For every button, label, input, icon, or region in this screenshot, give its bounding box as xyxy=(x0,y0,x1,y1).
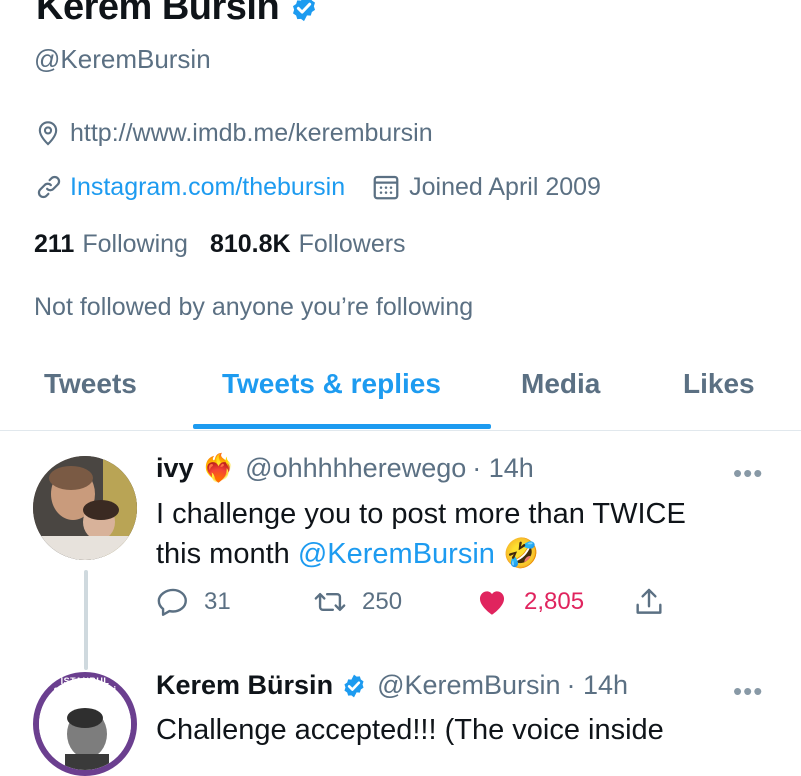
tweet-emoji: 🤣 xyxy=(502,538,540,570)
active-tab-indicator xyxy=(193,424,491,429)
tweet-text: Challenge accepted!!! (The voice inside xyxy=(156,710,756,750)
tweet-author-name[interactable]: ivy xyxy=(156,453,194,484)
tab-media[interactable]: Media xyxy=(521,368,600,400)
tab-likes[interactable]: Likes xyxy=(683,368,755,400)
retweet-count: 250 xyxy=(362,588,403,615)
tweet-author-name[interactable]: Kerem Bürsin xyxy=(156,670,333,701)
share-icon xyxy=(636,588,662,614)
following-label: Following xyxy=(82,230,188,258)
tweet-text-line: I challenge you to post more than TWICE xyxy=(156,498,686,530)
tweet-timestamp[interactable]: · 14h xyxy=(567,670,629,701)
followers-label: Followers xyxy=(298,230,406,258)
website-joined-row: Instagram.com/thebursin Joined April 200… xyxy=(34,172,601,202)
avatar-ring-text: İSTANBUL SÖZLEŞMESİ YAŞATIR xyxy=(53,676,117,706)
reply-icon xyxy=(157,588,187,616)
following-link[interactable]: 211 Following xyxy=(34,230,188,259)
link-icon xyxy=(37,175,61,199)
tab-tweets-and-replies[interactable]: Tweets & replies xyxy=(222,368,441,400)
avatar[interactable] xyxy=(33,456,137,560)
mutual-followers-note: Not followed by anyone you’re following xyxy=(34,293,474,321)
following-count: 211 xyxy=(34,230,75,258)
location-row: http://www.imdb.me/kerembursin xyxy=(34,118,433,148)
tweet-text-prefix: this month xyxy=(156,538,298,570)
profile-display-name: Kerem Bürsin xyxy=(36,0,280,28)
like-button[interactable]: 2,805 xyxy=(474,585,584,619)
mention-link[interactable]: @KeremBursin xyxy=(298,538,495,570)
tweet-timestamp[interactable]: · 14h xyxy=(472,453,534,484)
profile-location: http://www.imdb.me/kerembursin xyxy=(70,118,433,147)
followers-link[interactable]: 810.8K Followers xyxy=(210,230,406,259)
tweet-header: Kerem Bürsin @KeremBursin · 14h xyxy=(156,670,628,701)
calendar-icon xyxy=(373,175,399,200)
tweet-text-line: Challenge accepted!!! (The voice inside xyxy=(156,714,664,746)
tweet-author-handle[interactable]: @KeremBursin xyxy=(377,670,560,701)
location-pin-icon xyxy=(38,121,58,146)
tabs-divider xyxy=(0,430,801,431)
profile-tabs: Tweets Tweets & replies Media Likes xyxy=(0,350,801,430)
tweet-text: I challenge you to post more than TWICE … xyxy=(156,494,756,574)
tweet-author-handle[interactable]: @ohhhhherewego xyxy=(245,453,466,484)
verified-badge-icon xyxy=(344,674,364,697)
profile-website-link[interactable]: Instagram.com/thebursin xyxy=(70,173,345,202)
heart-filled-icon xyxy=(479,591,505,615)
reply-count: 31 xyxy=(204,588,231,615)
retweet-icon xyxy=(314,593,346,611)
reply-button[interactable]: 31 xyxy=(156,585,231,619)
tweet-header: ivy ❤️‍🔥 @ohhhhherewego · 14h xyxy=(156,452,534,484)
more-options-icon[interactable]: ••• xyxy=(733,676,763,707)
more-options-icon[interactable]: ••• xyxy=(733,458,763,489)
share-button[interactable] xyxy=(632,585,666,619)
like-count: 2,805 xyxy=(524,588,585,615)
tweet-text-line: this month @KeremBursin 🤣 xyxy=(156,534,756,574)
verified-badge-icon xyxy=(293,0,316,21)
tweet-actions: 31 250 2,805 xyxy=(156,585,676,625)
profile-handle: @KeremBursin xyxy=(34,44,211,74)
followers-count: 810.8K xyxy=(209,230,291,258)
retweet-button[interactable]: 250 xyxy=(312,585,402,619)
author-emoji: ❤️‍🔥 xyxy=(201,453,236,483)
avatar-photo xyxy=(33,456,137,560)
profile-name-row: Kerem Bürsin xyxy=(36,0,319,29)
thread-connector-line xyxy=(84,570,88,670)
profile-joined-date: Joined April 2009 xyxy=(409,172,601,201)
follow-counts: 211 Following 810.8K Followers xyxy=(34,230,428,259)
tab-tweets[interactable]: Tweets xyxy=(44,368,137,400)
